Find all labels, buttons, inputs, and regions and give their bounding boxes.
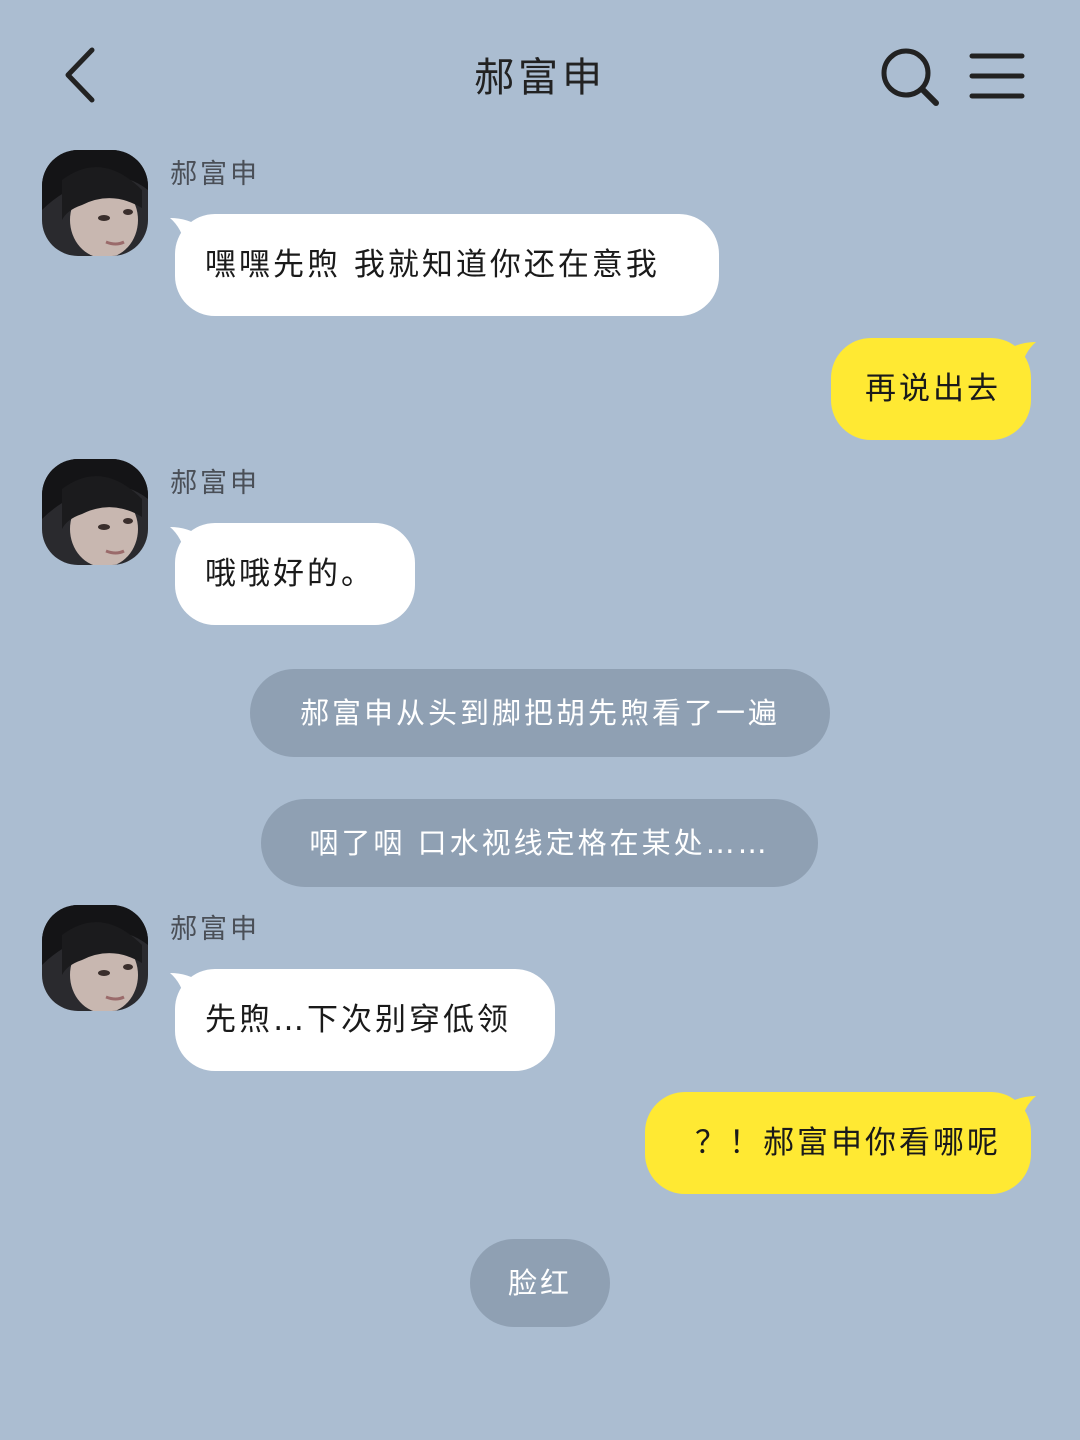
chat-title: 郝富申: [474, 55, 606, 101]
message-bubble-outgoing[interactable]: ？！郝富申你看哪呢: [645, 1092, 1031, 1194]
message-bubble-incoming[interactable]: 先煦…下次别穿低领: [175, 969, 555, 1071]
message-bubble-incoming[interactable]: 嘿嘿先煦 我就知道你还在意我: [175, 214, 719, 316]
sender-name: 郝富申: [170, 159, 260, 190]
narration-pill: 脸红: [470, 1239, 610, 1327]
back-chevron-icon[interactable]: [56, 44, 106, 108]
sender-name: 郝富申: [170, 914, 260, 945]
narration-pill: 咽了咽 口水视线定格在某处……: [261, 799, 818, 887]
sender-name: 郝富申: [170, 468, 260, 499]
message-bubble-incoming[interactable]: 哦哦好的。: [175, 523, 415, 625]
avatar[interactable]: [42, 905, 148, 1011]
avatar[interactable]: [42, 150, 148, 256]
narration-pill: 郝富申从头到脚把胡先煦看了一遍: [250, 669, 830, 757]
menu-icon[interactable]: [968, 52, 1026, 102]
message-bubble-outgoing[interactable]: 再说出去: [831, 338, 1031, 440]
search-icon[interactable]: [878, 45, 942, 109]
avatar[interactable]: [42, 459, 148, 565]
